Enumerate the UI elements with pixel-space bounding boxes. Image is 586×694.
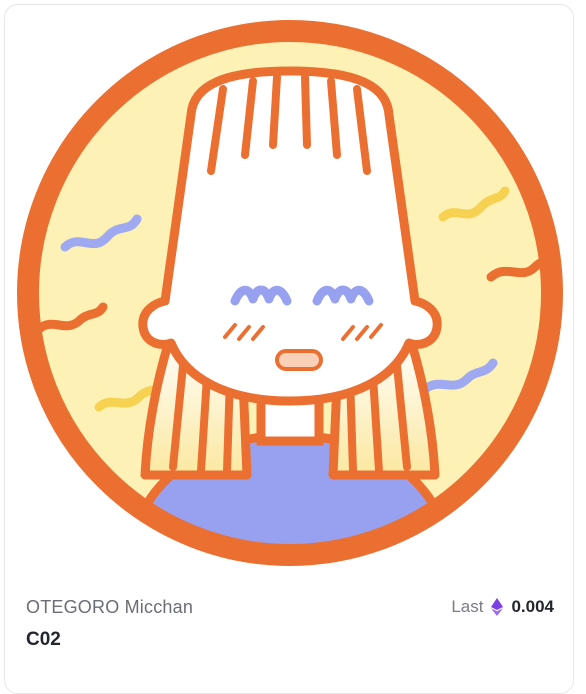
ethereum-icon [491, 598, 504, 616]
collection-name[interactable]: OTEGORO Micchan [26, 597, 193, 618]
avatar-illustration [17, 20, 563, 566]
mouth [275, 349, 323, 371]
price-value: 0.004 [511, 597, 554, 616]
nft-image[interactable] [5, 5, 573, 577]
token-name: C02 [26, 629, 61, 650]
price-label: Last [451, 597, 484, 616]
last-price: Last 0.004 [451, 597, 554, 617]
nft-meta: OTEGORO Micchan C02 Last 0.004 [5, 577, 573, 693]
nft-card[interactable]: OTEGORO Micchan C02 Last 0.004 [4, 4, 574, 694]
